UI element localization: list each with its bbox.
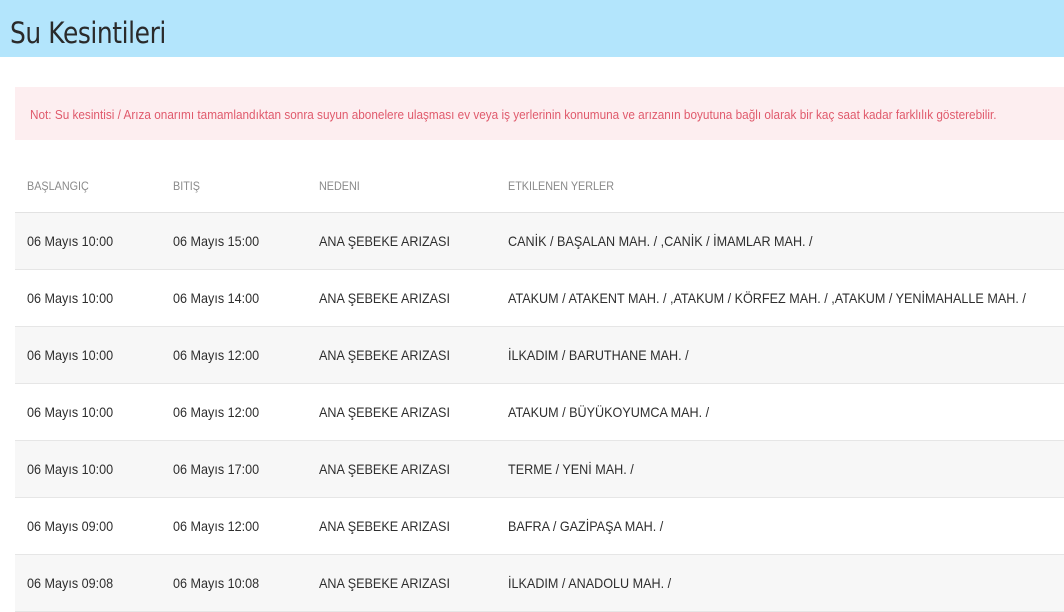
table-row: 06 Mayıs 10:00 06 Mayıs 12:00 ANA ŞEBEKE… [15,327,1064,384]
cell-end: 06 Mayıs 14:00 [173,290,260,306]
cell-end: 06 Mayıs 17:00 [173,461,260,477]
column-header-affected-areas: ETKILENEN YERLER [508,179,615,193]
cell-affected-areas: CANİK / BAŞALAN MAH. / ,CANİK / İMAMLAR … [508,233,813,249]
table-row: 06 Mayıs 09:08 06 Mayıs 10:08 ANA ŞEBEKE… [15,555,1064,612]
cell-reason: ANA ŞEBEKE ARIZASI [319,290,450,306]
table-row: 06 Mayıs 10:00 06 Mayıs 15:00 ANA ŞEBEKE… [15,213,1064,270]
cell-affected-areas: ATAKUM / ATAKENT MAH. / ,ATAKUM / KÖRFEZ… [508,290,1026,306]
column-header-reason: NEDENI [319,179,360,193]
page-title: Su Kesintileri [10,16,166,50]
cell-reason: ANA ŞEBEKE ARIZASI [319,347,450,363]
cell-start: 06 Mayıs 09:08 [27,575,114,591]
notice-banner: Not: Su kesintisi / Arıza onarımı tamaml… [15,87,1064,140]
table-row: 06 Mayıs 10:00 06 Mayıs 17:00 ANA ŞEBEKE… [15,441,1064,498]
cell-start: 06 Mayıs 10:00 [27,233,114,249]
cell-affected-areas: BAFRA / GAZİPAŞA MAH. / [508,518,664,534]
cell-reason: ANA ŞEBEKE ARIZASI [319,404,450,420]
cell-reason: ANA ŞEBEKE ARIZASI [319,518,450,534]
cell-affected-areas: İLKADIM / ANADOLU MAH. / [508,575,672,591]
cell-start: 06 Mayıs 10:00 [27,290,114,306]
cell-end: 06 Mayıs 15:00 [173,233,260,249]
cell-reason: ANA ŞEBEKE ARIZASI [319,575,450,591]
cell-end: 06 Mayıs 12:00 [173,347,260,363]
cell-affected-areas: İLKADIM / BARUTHANE MAH. / [508,347,689,363]
cell-affected-areas: ATAKUM / BÜYÜKOYUMCA MAH. / [508,404,710,420]
page-header: Su Kesintileri [0,0,1064,57]
column-header-start: BAŞLANGIÇ [27,179,89,193]
table-header: BAŞLANGIÇ BITIŞ NEDENI ETKILENEN YERLER [15,157,1064,213]
cell-start: 06 Mayıs 10:00 [27,347,114,363]
column-header-end: BITIŞ [173,179,201,193]
cell-affected-areas: TERME / YENİ MAH. / [508,461,634,477]
cell-reason: ANA ŞEBEKE ARIZASI [319,461,450,477]
cell-end: 06 Mayıs 10:08 [173,575,260,591]
cell-start: 06 Mayıs 10:00 [27,461,114,477]
cell-reason: ANA ŞEBEKE ARIZASI [319,233,450,249]
cell-end: 06 Mayıs 12:00 [173,404,260,420]
cell-start: 06 Mayıs 10:00 [27,404,114,420]
table-row: 06 Mayıs 10:00 06 Mayıs 14:00 ANA ŞEBEKE… [15,270,1064,327]
cell-start: 06 Mayıs 09:00 [27,518,114,534]
table-row: 06 Mayıs 09:00 06 Mayıs 12:00 ANA ŞEBEKE… [15,498,1064,555]
cell-end: 06 Mayıs 12:00 [173,518,260,534]
outage-table: BAŞLANGIÇ BITIŞ NEDENI ETKILENEN YERLER … [15,157,1064,612]
table-row: 06 Mayıs 10:00 06 Mayıs 12:00 ANA ŞEBEKE… [15,384,1064,441]
notice-text: Not: Su kesintisi / Arıza onarımı tamaml… [30,107,997,122]
